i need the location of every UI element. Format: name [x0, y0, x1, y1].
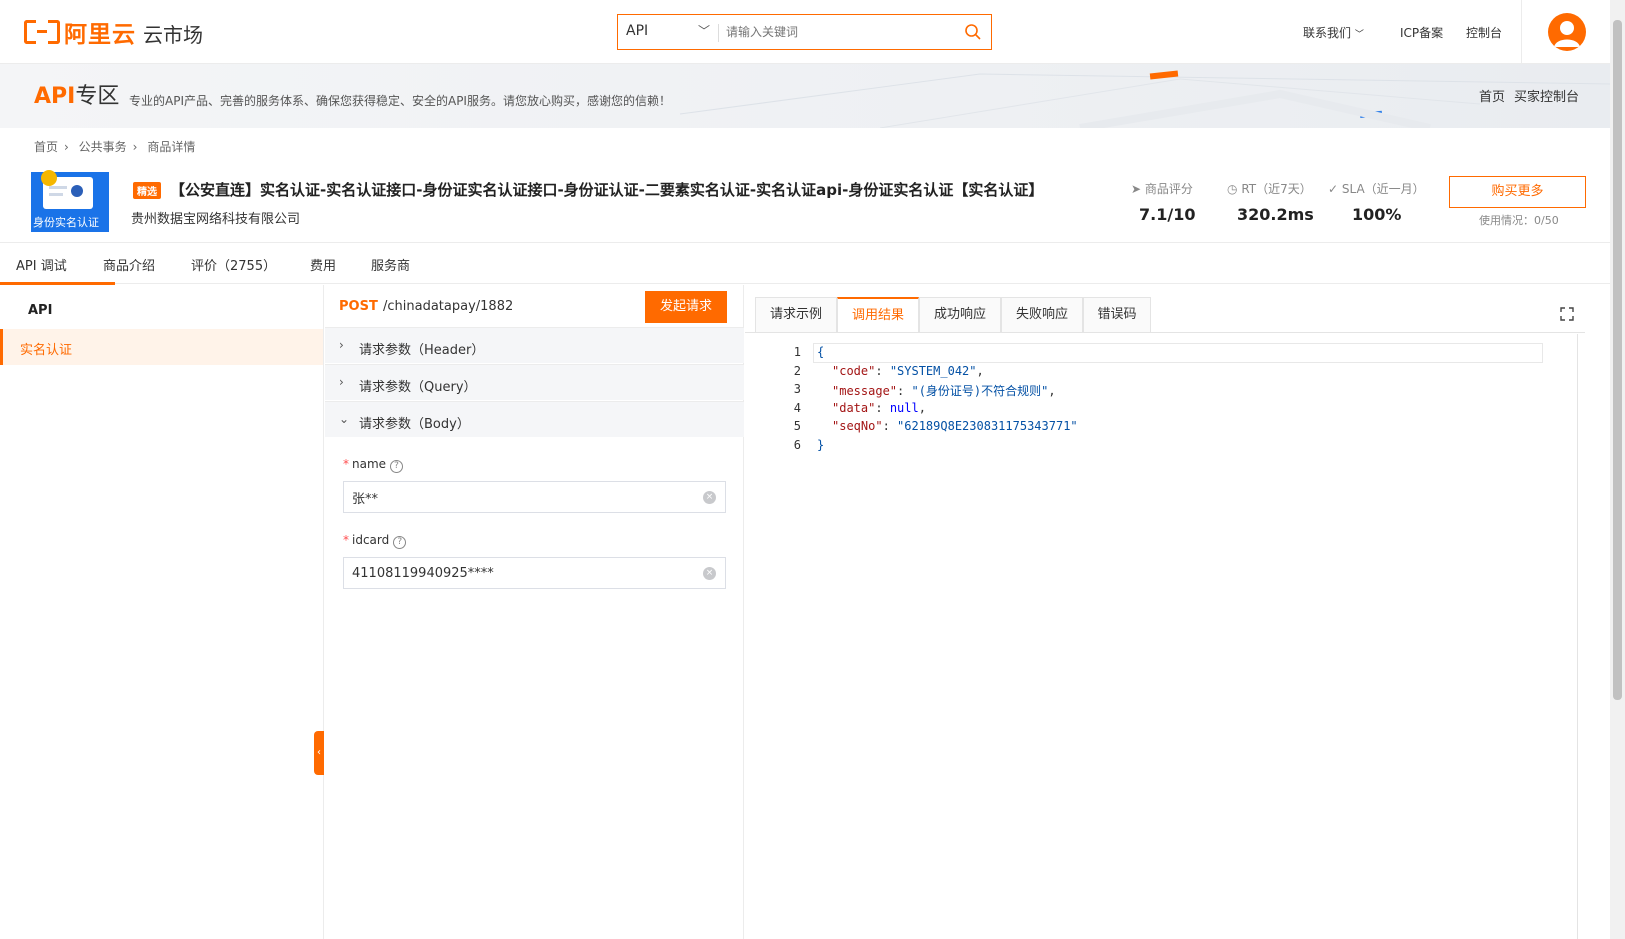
product-title: 【公安直连】实名认证-实名认证接口-身份证实名认证接口-身份证认证-二要素实名认…	[170, 181, 1044, 199]
product-image-caption: 身份实名认证	[33, 216, 99, 229]
tab-failure-response[interactable]: 失败响应	[1001, 297, 1083, 333]
tab-divider	[745, 332, 1585, 333]
logo-subtitle[interactable]: 云市场	[143, 19, 203, 48]
idcard-field-label: * idcard?	[343, 533, 407, 549]
result-panel: 请求示例 调用结果 成功响应 失败响应 错误码 1{ 2 "code": "SYS…	[745, 285, 1595, 939]
medal-icon	[41, 170, 57, 186]
request-panel: POST /chinadatapay/1882 发起请求 › 请求参数（Head…	[325, 285, 744, 939]
help-icon[interactable]: ?	[393, 536, 407, 549]
search-bar: API ﹀	[617, 14, 992, 50]
tab-request-example[interactable]: 请求示例	[755, 297, 837, 333]
breadcrumb-home[interactable]: 首页	[34, 140, 58, 154]
tab-product-intro[interactable]: 商品介绍	[103, 255, 155, 274]
tab-success-response[interactable]: 成功响应	[919, 297, 1001, 333]
breadcrumb-category[interactable]: 公共事务	[79, 140, 127, 154]
icp-link[interactable]: ICP备案	[1400, 24, 1443, 41]
product-image: 身份实名认证	[31, 170, 109, 232]
search-input[interactable]	[726, 21, 951, 43]
rating-value: 7.1/10	[1139, 205, 1196, 224]
chevron-right-icon: ›	[132, 140, 138, 154]
tab-call-result[interactable]: 调用结果	[837, 297, 919, 333]
chevron-down-icon: ﹀	[1354, 30, 1364, 40]
api-sidebar: API 实名认证	[0, 285, 324, 939]
search-divider	[718, 24, 719, 42]
breadcrumb-current: 商品详情	[147, 140, 196, 154]
user-avatar-icon[interactable]	[1548, 13, 1586, 51]
send-icon: ➤	[1131, 182, 1142, 196]
chevron-right-icon: ›	[339, 338, 344, 352]
send-request-button[interactable]: 发起请求	[645, 291, 727, 323]
header-params-section[interactable]: › 请求参数（Header）	[325, 327, 744, 363]
tab-error-codes[interactable]: 错误码	[1083, 297, 1151, 333]
chevron-down-icon[interactable]: ﹀	[698, 22, 710, 39]
help-icon[interactable]: ?	[390, 460, 404, 473]
chevron-right-icon: ›	[64, 140, 69, 154]
idcard-field[interactable]: ×	[343, 557, 726, 589]
banner-title-api: API	[34, 84, 76, 109]
required-mark: *	[343, 457, 349, 471]
collapse-sidebar-icon[interactable]: ‹	[314, 731, 324, 775]
name-field-label: * name?	[343, 457, 404, 473]
tab-api-debug[interactable]: API 调试	[16, 255, 67, 274]
clear-icon[interactable]: ×	[703, 491, 716, 504]
search-type-select[interactable]: API	[626, 23, 648, 39]
search-icon[interactable]	[964, 23, 982, 41]
logo-text[interactable]: 阿里云	[64, 15, 136, 49]
contact-us-link[interactable]: 联系我们 ﹀	[1303, 24, 1364, 41]
result-panel-edge	[1577, 334, 1578, 939]
sidebar-item-label: 实名认证	[20, 343, 73, 358]
breadcrumb: 首页 › 公共事务 › 商品详情	[34, 138, 201, 155]
rt-value: 320.2ms	[1237, 205, 1314, 224]
chevron-right-icon: ›	[339, 375, 344, 389]
current-line-highlight	[813, 343, 1543, 363]
body-params-section[interactable]: ⌄ 请求参数（Body）	[325, 401, 744, 437]
product-vendor[interactable]: 贵州数据宝网络科技有限公司	[131, 208, 300, 227]
detail-tabs: API 调试 商品介绍 评价（2755） 费用 服务商	[0, 242, 1610, 285]
banner-decoration	[680, 70, 1610, 128]
query-params-section[interactable]: › 请求参数（Query）	[325, 364, 744, 400]
console-link[interactable]: 控制台	[1466, 24, 1502, 41]
sidebar-item-real-name-auth[interactable]: 实名认证	[0, 329, 323, 365]
chevron-down-icon: ⌄	[339, 412, 350, 426]
sidebar-heading: API	[28, 303, 53, 318]
clear-icon[interactable]: ×	[703, 567, 716, 580]
clock-icon: ◷	[1227, 182, 1238, 196]
name-field[interactable]: ×	[343, 481, 726, 513]
idcard-input[interactable]	[352, 564, 682, 582]
banner-title-zone: 专区	[75, 84, 120, 109]
banner-home-link[interactable]: 首页	[1479, 86, 1505, 105]
aliyun-logo-icon[interactable]	[24, 20, 60, 44]
rt-label: ◷ RT（近7天）	[1227, 182, 1312, 196]
usage-status: 使用情况：0/50	[1479, 214, 1559, 227]
name-input[interactable]	[352, 488, 682, 506]
tab-provider[interactable]: 服务商	[371, 255, 410, 274]
sla-value: 100%	[1352, 205, 1402, 224]
fullscreen-icon[interactable]	[1560, 307, 1574, 321]
sla-label: ✓ SLA（近一月）	[1328, 182, 1425, 196]
top-navbar: 阿里云 云市场 API ﹀ 联系我们 ﹀ ICP备案 控制台	[0, 0, 1610, 64]
check-icon: ✓	[1328, 182, 1339, 196]
required-mark: *	[343, 533, 349, 547]
buy-more-button[interactable]: 购买更多	[1449, 176, 1586, 208]
request-path: /chinadatapay/1882	[383, 299, 514, 314]
buyer-console-link[interactable]: 买家控制台	[1514, 86, 1579, 105]
rating-label: ➤ 商品评分	[1131, 182, 1193, 196]
banner-description: 专业的API产品、完善的服务体系、确保您获得稳定、安全的API服务。请您放心购买…	[129, 94, 671, 108]
featured-badge: 精选	[133, 182, 161, 199]
api-zone-banner: API专区 专业的API产品、完善的服务体系、确保您获得稳定、安全的API服务。…	[0, 64, 1610, 128]
nav-divider	[1521, 0, 1522, 64]
tab-pricing[interactable]: 费用	[310, 255, 336, 274]
scrollbar-thumb[interactable]	[1613, 20, 1622, 700]
banner-title: API专区	[34, 78, 119, 110]
tab-reviews[interactable]: 评价（2755）	[191, 255, 276, 274]
http-method: POST	[339, 299, 378, 314]
